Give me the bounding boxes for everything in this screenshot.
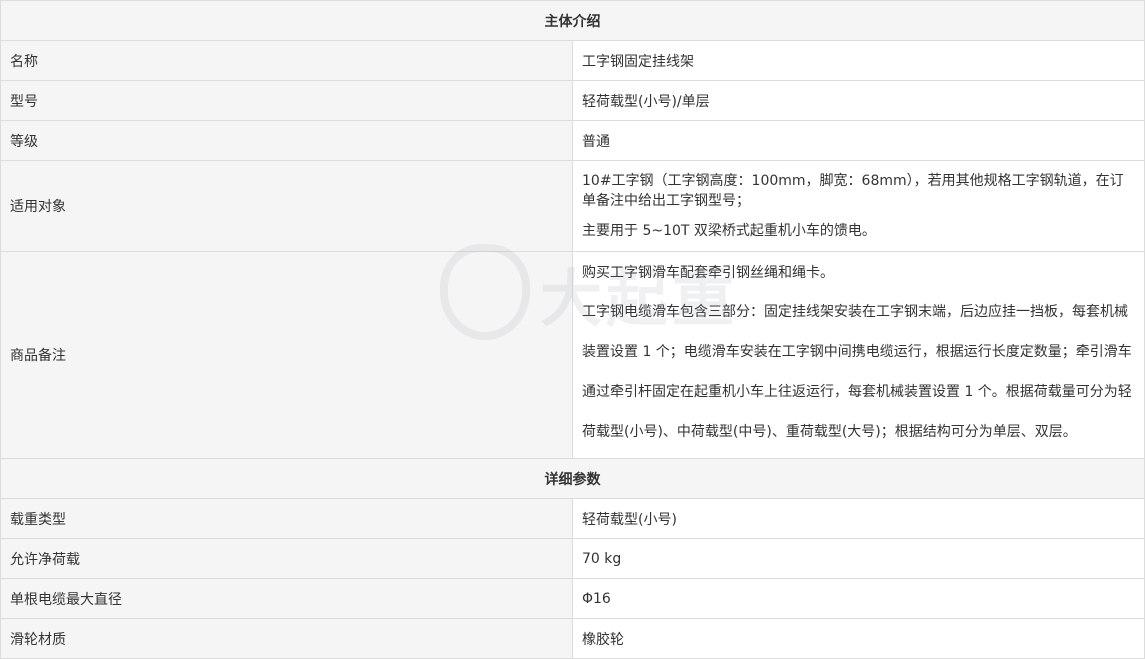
row-value: 工字钢固定挂线架 xyxy=(572,40,1145,81)
spec-row-net-load: 允许净荷载 70 kg xyxy=(0,538,1145,579)
row-label: 适用对象 xyxy=(0,160,573,252)
paragraph: 10#工字钢（工字钢高度：100mm，脚宽：68mm），若用其他规格工字钢轨道，… xyxy=(582,173,1124,209)
row-value: 橡胶轮 xyxy=(572,618,1145,659)
row-label: 单根电缆最大直径 xyxy=(0,578,573,619)
spec-row-name: 名称 工字钢固定挂线架 xyxy=(0,40,1145,81)
row-label: 商品备注 xyxy=(0,251,573,459)
row-value: 普通 xyxy=(572,120,1145,161)
section-title: 主体介绍 xyxy=(0,0,1145,41)
row-value: 购买工字钢滑车配套牵引钢丝绳和绳卡。 工字钢电缆滑车包含三部分：固定挂线架安装在… xyxy=(572,251,1145,459)
spec-row-applicable: 适用对象 10#工字钢（工字钢高度：100mm，脚宽：68mm），若用其他规格工… xyxy=(0,160,1145,252)
spec-row-remarks: 商品备注 购买工字钢滑车配套牵引钢丝绳和绳卡。 工字钢电缆滑车包含三部分：固定挂… xyxy=(0,251,1145,459)
row-value: 10#工字钢（工字钢高度：100mm，脚宽：68mm），若用其他规格工字钢轨道，… xyxy=(572,160,1145,252)
section-header-detail-params: 详细参数 xyxy=(0,458,1145,499)
row-label: 载重类型 xyxy=(0,498,573,539)
spec-row-cable-diameter: 单根电缆最大直径 Φ16 xyxy=(0,578,1145,619)
paragraph: 购买工字钢滑车配套牵引钢丝绳和绳卡。 xyxy=(582,265,834,281)
row-label: 允许净荷载 xyxy=(0,538,573,579)
spec-row-load-type: 载重类型 轻荷载型(小号) xyxy=(0,498,1145,539)
row-value: 70 kg xyxy=(572,538,1145,579)
spec-row-grade: 等级 普通 xyxy=(0,120,1145,161)
row-value: 轻荷载型(小号)/单层 xyxy=(572,80,1145,121)
paragraph: 主要用于 5~10T 双梁桥式起重机小车的馈电。 xyxy=(582,223,876,239)
spec-row-pulley-material: 滑轮材质 橡胶轮 xyxy=(0,618,1145,659)
row-value: 轻荷载型(小号) xyxy=(572,498,1145,539)
section-header-main-intro: 主体介绍 xyxy=(0,0,1145,41)
row-label: 型号 xyxy=(0,80,573,121)
paragraph: 工字钢电缆滑车包含三部分：固定挂线架安装在工字钢末端，后边应挂一挡板，每套机械装… xyxy=(582,304,1132,440)
section-title: 详细参数 xyxy=(0,458,1145,499)
row-label: 名称 xyxy=(0,40,573,81)
row-label: 等级 xyxy=(0,120,573,161)
spec-row-model: 型号 轻荷载型(小号)/单层 xyxy=(0,80,1145,121)
row-value: Φ16 xyxy=(572,578,1145,619)
product-spec-table: 主体介绍 名称 工字钢固定挂线架 型号 轻荷载型(小号)/单层 等级 普通 适用… xyxy=(0,0,1145,659)
row-label: 滑轮材质 xyxy=(0,618,573,659)
